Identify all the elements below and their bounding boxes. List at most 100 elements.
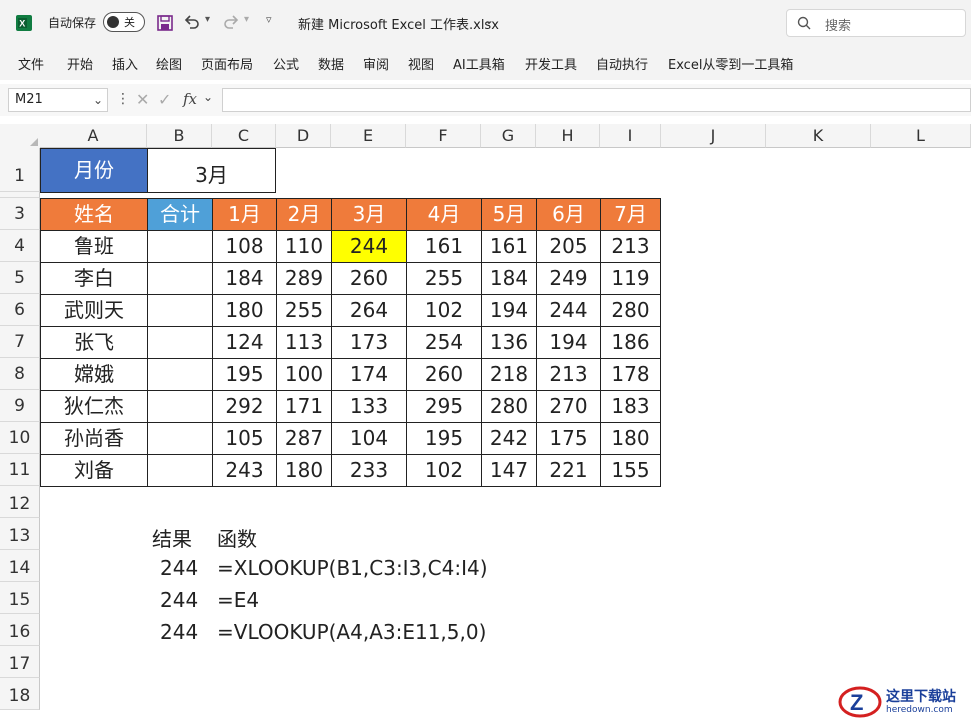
cell-value-highlighted[interactable]: 244 (331, 230, 407, 263)
cell-value[interactable]: 124 (212, 326, 277, 359)
cell-value[interactable]: 186 (600, 326, 661, 359)
col-header-g[interactable]: G (481, 124, 536, 148)
cell-total[interactable] (147, 454, 213, 487)
cell-value[interactable]: 249 (536, 262, 601, 295)
row-header-3[interactable]: 3 (0, 198, 40, 230)
cell-value[interactable]: 260 (406, 358, 482, 391)
cell-name[interactable]: 张飞 (40, 326, 148, 359)
col-header-b[interactable]: B (147, 124, 212, 148)
row-header-10[interactable]: 10 (0, 422, 40, 454)
cell-name[interactable]: 鲁班 (40, 230, 148, 263)
formula-input[interactable] (222, 88, 971, 112)
file-name[interactable]: 新建 Microsoft Excel 工作表.xlsx (298, 14, 499, 33)
col-header-e[interactable]: E (331, 124, 406, 148)
row-header-15[interactable]: 15 (0, 582, 40, 614)
customize-toolbar-icon[interactable]: ▿ (266, 13, 272, 26)
cell-value[interactable]: 270 (536, 390, 601, 423)
col-header-l[interactable]: L (871, 124, 971, 148)
cell-value[interactable]: 155 (600, 454, 661, 487)
menu-automate[interactable]: 自动执行 (596, 54, 648, 73)
cell-value[interactable]: 104 (331, 422, 407, 455)
col-header-d[interactable]: D (276, 124, 331, 148)
menu-view[interactable]: 视图 (408, 54, 434, 73)
cell-value[interactable]: 180 (212, 294, 277, 327)
undo-icon[interactable] (183, 13, 201, 31)
cell-value[interactable]: 292 (212, 390, 277, 423)
cell-value[interactable]: 205 (536, 230, 601, 263)
menu-home[interactable]: 开始 (67, 54, 93, 73)
cell-value[interactable]: 102 (406, 454, 482, 487)
redo-icon[interactable] (222, 13, 240, 31)
header-month-4[interactable]: 4月 (406, 198, 482, 231)
fx-chevron-down-icon[interactable]: ⌄ (203, 90, 213, 104)
undo-dropdown-icon[interactable]: ▾ (205, 14, 210, 25)
row-header-7[interactable]: 7 (0, 326, 40, 358)
function-text[interactable]: =E4 (217, 588, 259, 612)
cell-value[interactable]: 255 (276, 294, 332, 327)
function-header[interactable]: 函数 (217, 523, 257, 552)
cell-name[interactable]: 嫦娥 (40, 358, 148, 391)
cell-value[interactable]: 184 (212, 262, 277, 295)
cell-total[interactable] (147, 390, 213, 423)
result-value[interactable]: 244 (160, 620, 198, 644)
cell-name[interactable]: 孙尚香 (40, 422, 148, 455)
menu-draw[interactable]: 绘图 (156, 54, 182, 73)
cell-value[interactable]: 180 (600, 422, 661, 455)
row-header-12[interactable]: 12 (0, 486, 40, 518)
cell-value[interactable]: 260 (331, 262, 407, 295)
cell-total[interactable] (147, 326, 213, 359)
cell-value[interactable]: 194 (481, 294, 537, 327)
search-box[interactable]: 搜索 (786, 9, 966, 37)
cell-value[interactable]: 136 (481, 326, 537, 359)
cell-value[interactable]: 244 (536, 294, 601, 327)
header-month-6[interactable]: 6月 (536, 198, 601, 231)
month-label-cell[interactable]: 月份 (40, 148, 148, 193)
header-total[interactable]: 合计 (147, 198, 213, 231)
function-text[interactable]: =XLOOKUP(B1,C3:I3,C4:I4) (217, 556, 488, 580)
cell-value[interactable]: 178 (600, 358, 661, 391)
more-options-icon[interactable]: ⋮ (116, 91, 130, 107)
col-header-a[interactable]: A (40, 124, 147, 148)
row-header-17[interactable]: 17 (0, 646, 40, 678)
cell-value[interactable]: 194 (536, 326, 601, 359)
menu-page-layout[interactable]: 页面布局 (201, 54, 253, 73)
col-header-j[interactable]: J (661, 124, 766, 148)
cell-name[interactable]: 武则天 (40, 294, 148, 327)
row-header-6[interactable]: 6 (0, 294, 40, 326)
row-header-8[interactable]: 8 (0, 358, 40, 390)
cell-value[interactable]: 221 (536, 454, 601, 487)
cell-value[interactable]: 264 (331, 294, 407, 327)
menu-ai-toolbox[interactable]: AI工具箱 (453, 54, 505, 73)
cell-value[interactable]: 242 (481, 422, 537, 455)
cell-value[interactable]: 100 (276, 358, 332, 391)
col-header-f[interactable]: F (406, 124, 481, 148)
row-header-11[interactable]: 11 (0, 454, 40, 486)
header-month-1[interactable]: 1月 (212, 198, 277, 231)
cell-value[interactable]: 287 (276, 422, 332, 455)
insert-function-icon[interactable]: fx (183, 90, 197, 108)
menu-review[interactable]: 审阅 (363, 54, 389, 73)
cell-value[interactable]: 113 (276, 326, 332, 359)
cell-value[interactable]: 213 (600, 230, 661, 263)
result-value[interactable]: 244 (160, 588, 198, 612)
month-value-cell[interactable]: 3月 (147, 148, 276, 193)
cell-total[interactable] (147, 230, 213, 263)
cell-value[interactable]: 289 (276, 262, 332, 295)
row-header-9[interactable]: 9 (0, 390, 40, 422)
cell-value[interactable]: 105 (212, 422, 277, 455)
name-box-chevron-down-icon[interactable]: ⌄ (93, 89, 103, 111)
col-header-h[interactable]: H (536, 124, 600, 148)
cancel-icon[interactable]: ✕ (136, 90, 149, 109)
cell-total[interactable] (147, 294, 213, 327)
cell-value[interactable]: 119 (600, 262, 661, 295)
header-name[interactable]: 姓名 (40, 198, 148, 231)
enter-icon[interactable]: ✓ (158, 90, 171, 109)
row-header-16[interactable]: 16 (0, 614, 40, 646)
cell-total[interactable] (147, 358, 213, 391)
cell-value[interactable]: 254 (406, 326, 482, 359)
cell-value[interactable]: 108 (212, 230, 277, 263)
result-header[interactable]: 结果 (152, 523, 192, 552)
header-month-7[interactable]: 7月 (600, 198, 661, 231)
cell-value[interactable]: 280 (481, 390, 537, 423)
filename-chevron-down-icon[interactable]: ⌄ (484, 13, 494, 27)
